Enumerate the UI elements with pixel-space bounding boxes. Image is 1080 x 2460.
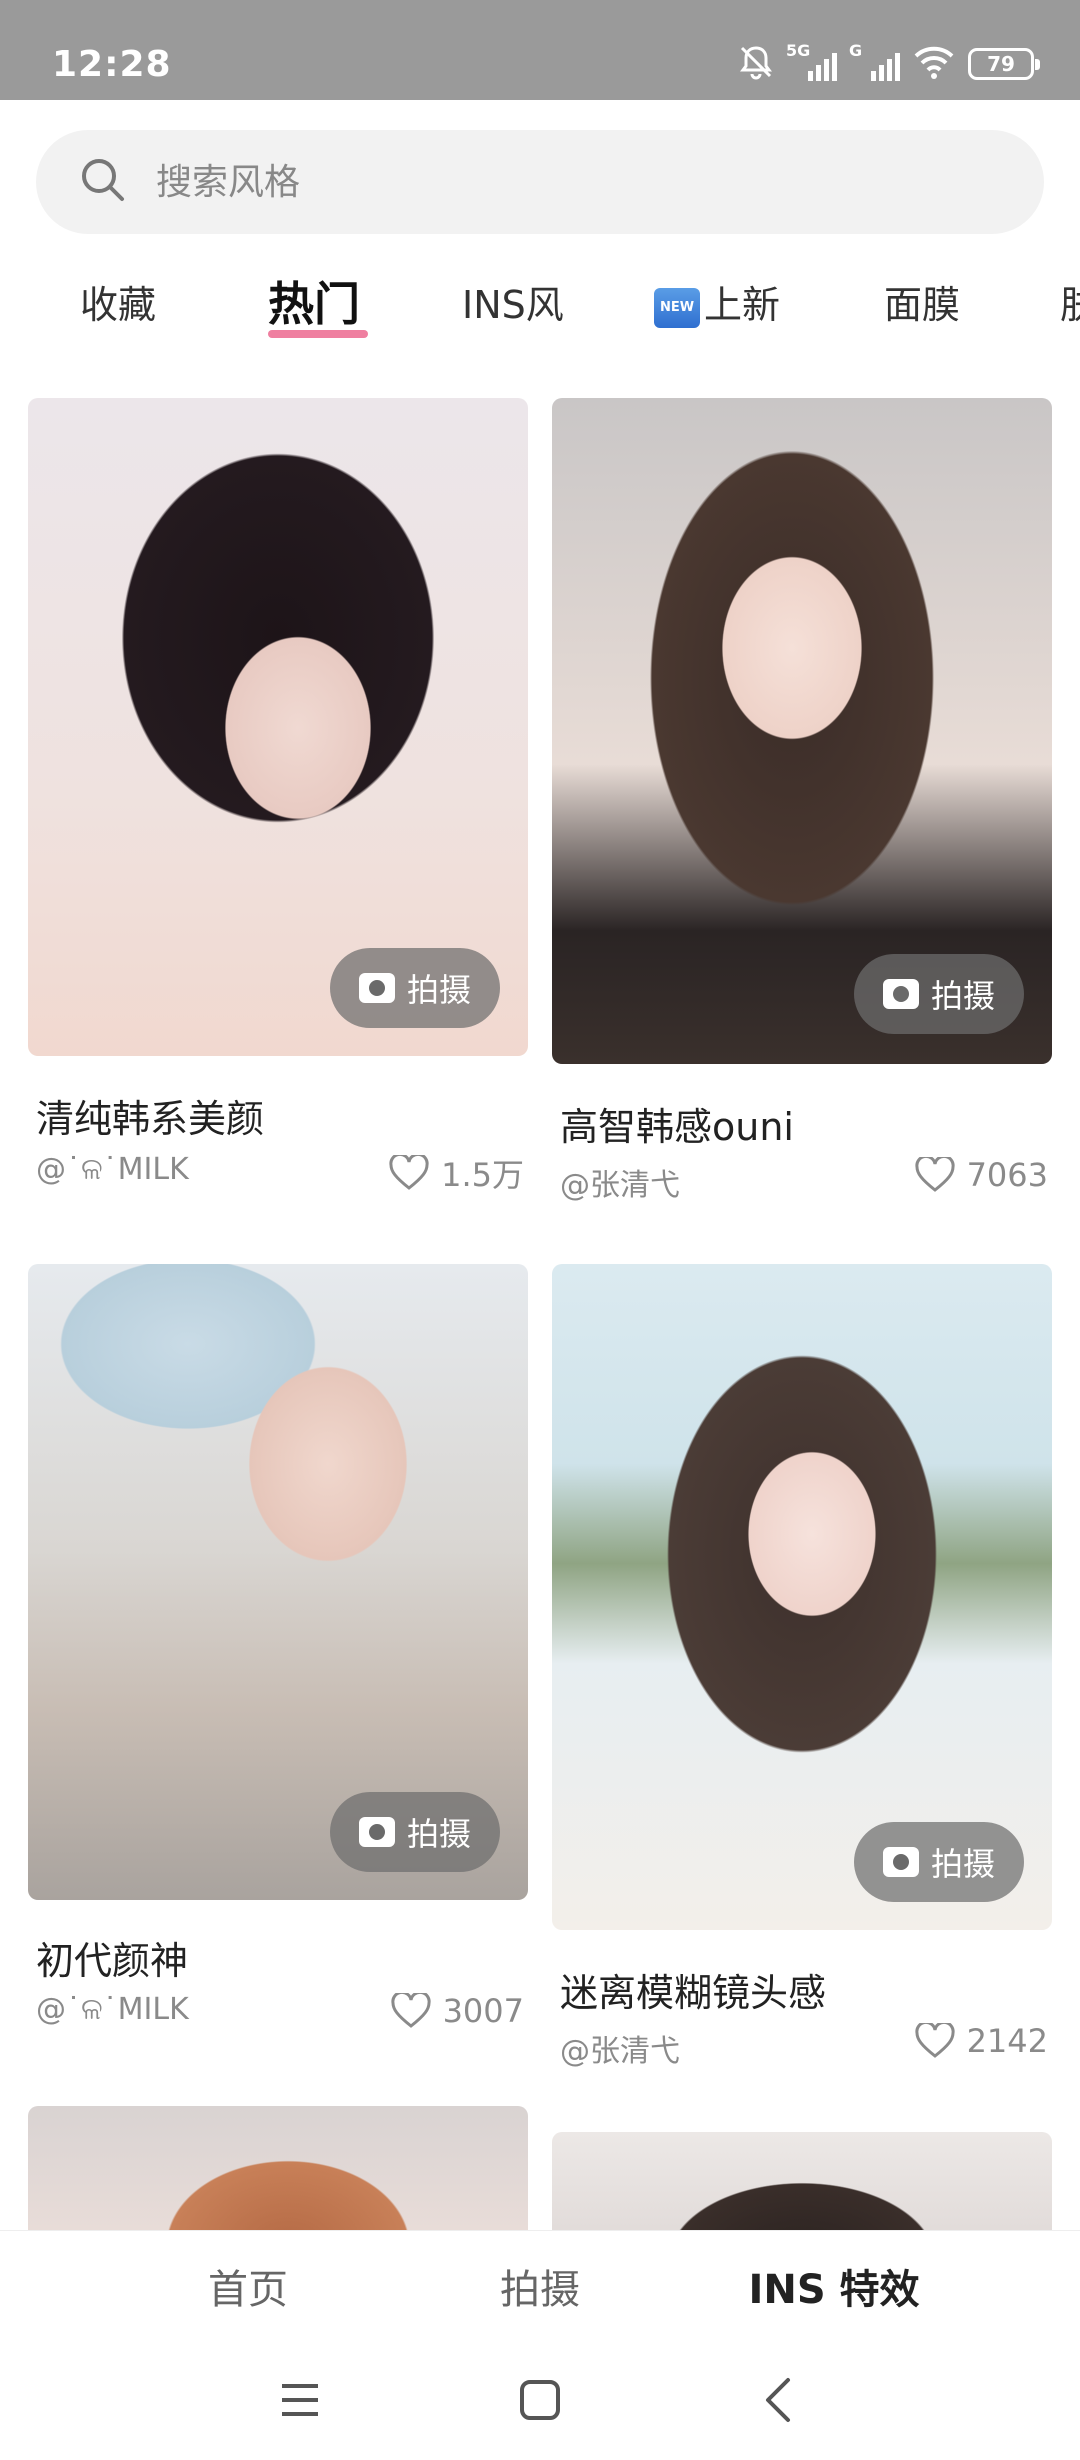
signal-5g-icon: 5G — [786, 41, 837, 81]
effect-preview-image[interactable]: 拍摄 — [28, 1264, 528, 1900]
like-count[interactable]: 3007 — [390, 1992, 524, 2030]
nav-ins-effects[interactable]: INS 特效 — [748, 2257, 919, 2315]
tab-favorites[interactable]: 收藏 — [80, 274, 156, 329]
search-icon — [80, 157, 126, 207]
effect-title: 初代颜神 — [36, 1939, 189, 1983]
effect-preview-image[interactable]: 拍摄 — [552, 398, 1052, 1064]
effect-preview-image[interactable] — [28, 2106, 528, 2230]
shoot-button[interactable]: 拍摄 — [330, 1792, 500, 1872]
like-count[interactable]: 2142 — [914, 2022, 1048, 2060]
menu-icon[interactable] — [270, 2370, 330, 2430]
status-icons: 5G G 79 — [738, 41, 1040, 86]
effect-author[interactable]: @张清弋 — [560, 1160, 680, 1204]
shoot-label: 拍摄 — [406, 971, 471, 1009]
tab-new-label: 上新 — [704, 283, 781, 327]
shoot-button[interactable]: 拍摄 — [330, 948, 500, 1028]
shoot-button[interactable]: 拍摄 — [854, 954, 1024, 1034]
effect-card[interactable]: 拍摄 高智韩感ouni @张清弋 7063 — [552, 398, 1052, 1228]
nav-shoot[interactable]: 拍摄 — [500, 2257, 580, 2315]
effect-card[interactable]: 拍摄 迷离模糊镜头感 @张清弋 2142 — [552, 1264, 1052, 2094]
effect-title: 高智韩感ouni — [560, 1105, 794, 1149]
like-count[interactable]: 1.5万 — [389, 1150, 524, 1196]
tab-skin[interactable]: 肤 — [1060, 274, 1080, 329]
search-bar[interactable] — [36, 130, 1044, 234]
effect-card[interactable]: 拍摄 初代颜神 @˙ଳ˙MILK 3007 — [28, 1264, 528, 2084]
like-count[interactable]: 7063 — [914, 1156, 1048, 1194]
search-input[interactable] — [156, 161, 976, 203]
tab-new[interactable]: NEW 上新 — [654, 274, 780, 329]
shoot-button[interactable]: 拍摄 — [854, 1822, 1024, 1902]
system-nav-bar — [0, 2340, 1080, 2460]
heart-icon — [914, 2023, 955, 2058]
effect-preview-image[interactable]: 拍摄 — [552, 1264, 1052, 1930]
back-icon[interactable] — [748, 2370, 808, 2430]
shoot-label: 拍摄 — [406, 1815, 471, 1853]
category-tabs: 收藏 热门 INS风 NEW 上新 面膜 肤 — [0, 262, 1080, 352]
tab-hot[interactable]: 热门 — [268, 268, 360, 334]
new-badge: NEW — [654, 287, 700, 328]
camera-icon — [358, 1817, 395, 1847]
status-bar: 12:28 5G G 79 — [0, 0, 1080, 100]
active-tab-underline — [268, 330, 368, 338]
effect-card[interactable]: 拍摄 清纯韩系美颜 @˙ଳ˙MILK 1.5万 — [28, 398, 528, 1218]
camera-icon — [882, 979, 919, 1009]
shoot-label: 拍摄 — [930, 977, 995, 1015]
effect-author[interactable]: @张清弋 — [560, 2026, 680, 2070]
effect-preview-image[interactable]: 拍摄 — [28, 398, 528, 1056]
effect-author[interactable]: @˙ଳ˙MILK — [36, 1992, 189, 2027]
nav-home[interactable]: 首页 — [208, 2257, 288, 2315]
tab-ins-style[interactable]: INS风 — [462, 274, 564, 329]
tab-mask[interactable]: 面膜 — [884, 274, 960, 329]
camera-icon — [358, 973, 395, 1003]
camera-icon — [882, 1847, 919, 1877]
heart-icon — [914, 1157, 955, 1192]
shoot-label: 拍摄 — [930, 1845, 995, 1883]
status-time: 12:28 — [52, 44, 172, 85]
effect-author[interactable]: @˙ଳ˙MILK — [36, 1152, 189, 1187]
home-icon[interactable] — [510, 2370, 570, 2430]
bottom-nav: 首页 拍摄 INS 特效 — [0, 2230, 1080, 2340]
signal-g-icon: G — [849, 41, 900, 81]
effect-preview-image[interactable] — [552, 2132, 1052, 2230]
heart-icon — [390, 1993, 431, 2028]
battery-icon: 79 — [968, 48, 1040, 80]
effect-title: 迷离模糊镜头感 — [560, 1971, 827, 2015]
effect-title: 清纯韩系美颜 — [36, 1097, 265, 1141]
heart-icon — [389, 1155, 429, 1190]
bell-off-icon — [738, 44, 774, 84]
wifi-icon — [912, 44, 956, 84]
